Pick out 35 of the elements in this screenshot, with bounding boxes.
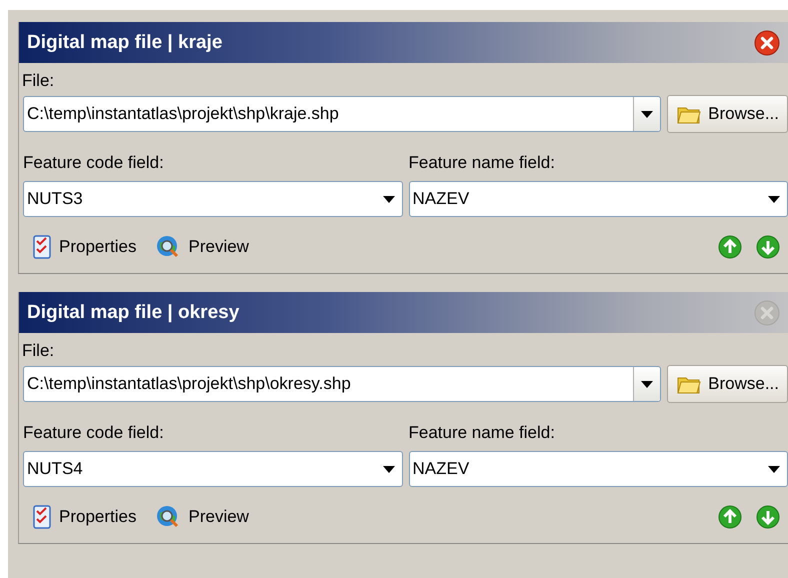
panel-title: Digital map file | kraje bbox=[27, 32, 222, 54]
caret-icon bbox=[768, 196, 780, 202]
properties-button[interactable]: Properties bbox=[33, 505, 136, 529]
caret-icon bbox=[641, 110, 654, 118]
code-field-dropdown[interactable]: NUTS4 bbox=[23, 451, 402, 487]
close-icon[interactable] bbox=[754, 30, 780, 56]
file-path-combo[interactable]: C:\temp\instantatlas\projekt\shp\kraje.shp bbox=[23, 96, 662, 132]
caret-icon bbox=[382, 196, 394, 202]
move-up-icon[interactable] bbox=[718, 235, 742, 259]
move-down-icon[interactable] bbox=[756, 235, 780, 259]
name-field-label: Feature name field: bbox=[408, 153, 556, 173]
name-field-label: Feature name field: bbox=[408, 423, 556, 443]
checklist-icon bbox=[33, 505, 51, 529]
preview-button[interactable]: Preview bbox=[156, 235, 249, 259]
globe-magnifier-icon bbox=[156, 235, 180, 259]
code-field-dropdown[interactable]: NUTS3 bbox=[23, 181, 402, 217]
browse-button[interactable]: Browse... bbox=[667, 365, 788, 403]
caret-icon bbox=[641, 380, 654, 388]
code-field-label: Feature code field: bbox=[23, 153, 165, 173]
globe-magnifier-icon bbox=[156, 505, 180, 529]
caret-icon bbox=[382, 466, 394, 472]
name-field-dropdown[interactable]: NAZEV bbox=[408, 181, 788, 217]
move-down-icon[interactable] bbox=[756, 505, 780, 529]
file-label: File: bbox=[22, 341, 54, 361]
file-path-combo[interactable]: C:\temp\instantatlas\projekt\shp\okresy.shp bbox=[23, 366, 662, 402]
properties-button[interactable]: Properties bbox=[33, 235, 136, 259]
panel-title: Digital map file | okresy bbox=[27, 302, 240, 324]
name-field-dropdown[interactable]: NAZEV bbox=[408, 451, 788, 487]
checklist-icon bbox=[33, 235, 51, 259]
code-field-label: Feature code field: bbox=[23, 423, 165, 443]
move-up-icon[interactable] bbox=[718, 505, 742, 529]
caret-icon bbox=[768, 466, 780, 472]
preview-button[interactable]: Preview bbox=[156, 505, 249, 529]
browse-button[interactable]: Browse... bbox=[667, 95, 788, 133]
file-label: File: bbox=[22, 71, 54, 91]
